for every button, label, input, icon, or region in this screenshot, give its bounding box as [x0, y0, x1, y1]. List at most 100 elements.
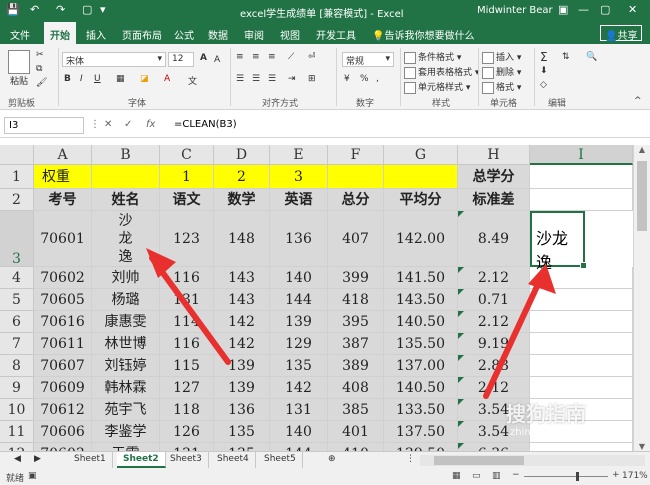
- align-left-icon[interactable]: ☰: [236, 74, 244, 84]
- cell-math-row8[interactable]: 139: [214, 355, 270, 377]
- number-format-select[interactable]: 常规 ▾: [342, 52, 394, 67]
- tab-page-layout[interactable]: 页面布局: [122, 27, 162, 42]
- align-bottom-icon[interactable]: ≡: [268, 52, 276, 62]
- row-header-2[interactable]: 2: [0, 189, 34, 211]
- column-header-b[interactable]: B: [92, 145, 160, 165]
- header-cell-8[interactable]: 标准差: [458, 189, 530, 211]
- align-center-icon[interactable]: ☰: [252, 74, 260, 84]
- header-cell-7[interactable]: 平均分: [384, 189, 458, 211]
- align-right-icon[interactable]: ☰: [268, 74, 276, 84]
- cell-english-row6[interactable]: 139: [270, 311, 328, 333]
- tab-formulas[interactable]: 公式: [174, 27, 194, 42]
- cell-d1[interactable]: 2: [214, 165, 270, 189]
- redo-icon[interactable]: ↷: [56, 3, 65, 16]
- merge-center-icon[interactable]: ⊞: [308, 74, 316, 84]
- cell-std-row7[interactable]: 9.19: [458, 333, 530, 355]
- user-name[interactable]: Midwinter Bear: [477, 5, 553, 16]
- cell-name-row9[interactable]: 韩林霖: [92, 377, 160, 399]
- cell-avg-row11[interactable]: 137.50: [384, 421, 458, 443]
- sheet-tab-sheet1[interactable]: Sheet1: [68, 452, 113, 468]
- cell-chinese-row8[interactable]: 115: [160, 355, 214, 377]
- page-layout-view-icon[interactable]: ▭: [472, 471, 481, 481]
- row-header-11[interactable]: 11: [0, 421, 34, 443]
- cell-english-row10[interactable]: 131: [270, 399, 328, 421]
- cell-id-row7[interactable]: 70611: [34, 333, 92, 355]
- cell-avg-row12[interactable]: 139.50: [384, 443, 458, 451]
- cell-math-row10[interactable]: 136: [214, 399, 270, 421]
- cell-chinese-row10[interactable]: 118: [160, 399, 214, 421]
- row-header-12[interactable]: 12: [0, 443, 34, 451]
- cell-id-row8[interactable]: 70607: [34, 355, 92, 377]
- new-file-icon[interactable]: ▢: [82, 3, 92, 16]
- fill-icon[interactable]: ⬇: [540, 66, 548, 76]
- percent-button[interactable]: %: [360, 74, 369, 84]
- tab-split-icon[interactable]: ⋮: [400, 452, 421, 468]
- header-cell-6[interactable]: 总分: [328, 189, 384, 211]
- tab-insert[interactable]: 插入: [86, 27, 106, 42]
- cell-english-row11[interactable]: 140: [270, 421, 328, 443]
- delete-cells-button[interactable]: 删除 ▾: [482, 65, 521, 79]
- cell-name-row11[interactable]: 李鉴学: [92, 421, 160, 443]
- cell-avg-row4[interactable]: 141.50: [384, 267, 458, 289]
- cell-chinese-row6[interactable]: 114: [160, 311, 214, 333]
- scroll-thumb[interactable]: [637, 161, 647, 231]
- cell-std-row6[interactable]: 2.12: [458, 311, 530, 333]
- page-break-view-icon[interactable]: ▥: [492, 471, 501, 481]
- font-size-select[interactable]: 12: [168, 52, 194, 67]
- cell-avg-row5[interactable]: 143.50: [384, 289, 458, 311]
- cell-i1[interactable]: [530, 165, 633, 189]
- row-header-4[interactable]: 4: [0, 267, 34, 289]
- normal-view-icon[interactable]: ▦: [452, 471, 461, 481]
- row-header-6[interactable]: 6: [0, 311, 34, 333]
- tab-data[interactable]: 数据: [208, 27, 228, 42]
- header-cell-1[interactable]: 考号: [34, 189, 92, 211]
- sheet-next-icon[interactable]: ▶: [28, 452, 47, 468]
- vertical-scrollbar[interactable]: ▲ ▼: [633, 145, 650, 451]
- scroll-down-icon[interactable]: ▼: [634, 442, 650, 451]
- cell-chinese-row11[interactable]: 126: [160, 421, 214, 443]
- tab-file[interactable]: 文件: [10, 27, 30, 42]
- close-icon[interactable]: ✕: [628, 3, 637, 16]
- cell-math-row9[interactable]: 139: [214, 377, 270, 399]
- cell-total-row3[interactable]: 407: [328, 211, 384, 267]
- cell-i7[interactable]: [530, 333, 633, 355]
- cell-name-row4[interactable]: 刘帅: [92, 267, 160, 289]
- sort-filter-icon[interactable]: ⇅: [562, 52, 570, 62]
- cell-name-row7[interactable]: 林世博: [92, 333, 160, 355]
- cell-std-row8[interactable]: 2.83: [458, 355, 530, 377]
- orientation-icon[interactable]: ⟋: [288, 52, 294, 62]
- cell-g1[interactable]: [384, 165, 458, 189]
- save-icon[interactable]: 💾: [6, 3, 20, 16]
- cell-total-row4[interactable]: 399: [328, 267, 384, 289]
- row-header-9[interactable]: 9: [0, 377, 34, 399]
- font-name-select[interactable]: 宋体 ▾: [62, 52, 166, 67]
- cell-name-row12[interactable]: 王雯: [92, 443, 160, 451]
- scroll-up-icon[interactable]: ▲: [634, 145, 650, 154]
- cell-math-row7[interactable]: 142: [214, 333, 270, 355]
- cell-total-row11[interactable]: 401: [328, 421, 384, 443]
- cell-chinese-row7[interactable]: 116: [160, 333, 214, 355]
- cell-english-row5[interactable]: 144: [270, 289, 328, 311]
- column-header-f[interactable]: F: [328, 145, 384, 165]
- select-all-corner[interactable]: [0, 145, 34, 165]
- phonetic-icon[interactable]: 文: [188, 74, 197, 87]
- italic-button[interactable]: I: [80, 74, 83, 84]
- wrap-text-icon[interactable]: ⏎: [308, 52, 316, 62]
- column-header-g[interactable]: G: [384, 145, 458, 165]
- zoom-level[interactable]: 171%: [622, 471, 648, 481]
- paste-button[interactable]: 粘贴: [8, 50, 30, 87]
- cell-total-row8[interactable]: 389: [328, 355, 384, 377]
- cell-avg-row6[interactable]: 140.50: [384, 311, 458, 333]
- cell-id-row5[interactable]: 70605: [34, 289, 92, 311]
- add-sheet-icon[interactable]: ⊕: [322, 452, 342, 468]
- cell-i5[interactable]: [530, 289, 633, 311]
- formula-input[interactable]: =CLEAN(B3): [170, 117, 646, 134]
- cell-chinese-row5[interactable]: 131: [160, 289, 214, 311]
- cell-a1[interactable]: 权重: [34, 165, 92, 189]
- cell-id-row3[interactable]: 70601: [34, 211, 92, 267]
- column-header-e[interactable]: E: [270, 145, 328, 165]
- cell-i8[interactable]: [530, 355, 633, 377]
- cell-english-row3[interactable]: 136: [270, 211, 328, 267]
- cell-math-row12[interactable]: 135: [214, 443, 270, 451]
- cell-chinese-row4[interactable]: 116: [160, 267, 214, 289]
